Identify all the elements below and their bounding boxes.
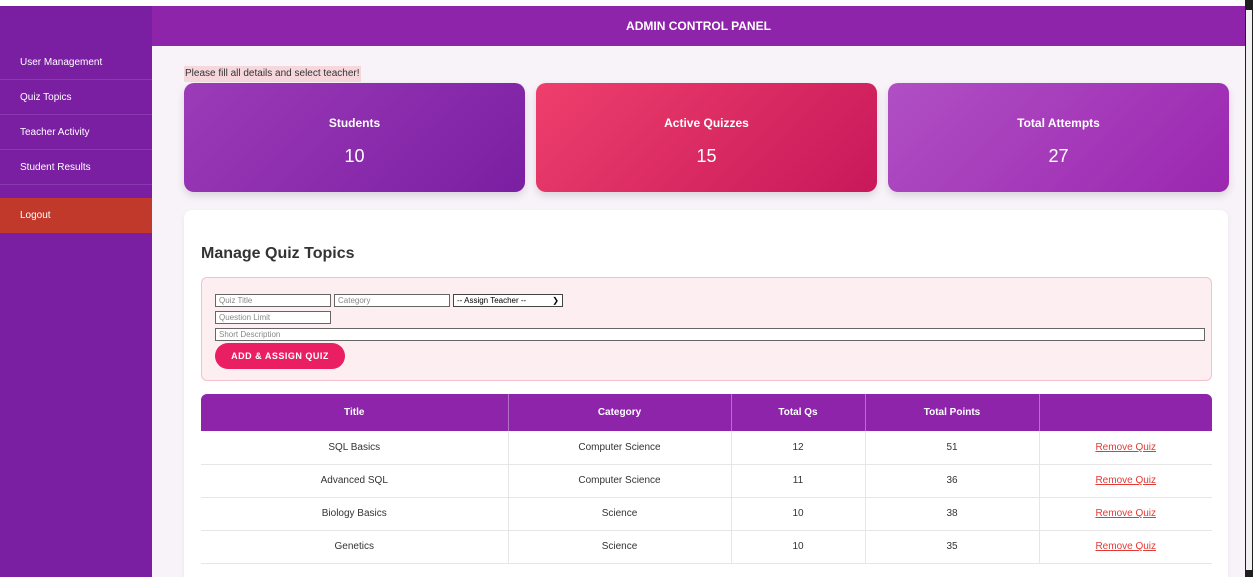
stat-card-active-quizzes: Active Quizzes 15 [536,83,877,192]
window-right-edge [1245,0,1253,577]
sidebar-item-label: Student Results [20,161,91,173]
quiz-table: Title Category Total Qs Total Points SQL… [201,394,1212,564]
cell-total-qs: 11 [731,464,866,498]
cell-title: SQL Basics [201,431,509,465]
manage-quiz-panel: Manage Quiz Topics Quiz Title Category -… [184,210,1228,577]
cell-total-points: 36 [865,464,1040,498]
sidebar-item-label: Teacher Activity [20,126,90,138]
scrollbar[interactable] [1246,10,1252,570]
stat-card-value: 10 [344,146,365,166]
column-header-actions [1039,394,1212,431]
sidebar-item-teacher-activity[interactable]: Teacher Activity [0,115,152,150]
remove-quiz-link[interactable]: Remove Quiz [1039,530,1212,564]
column-header-total-points: Total Points [865,394,1040,431]
column-header-title: Title [201,394,509,431]
stat-card-value: 27 [1048,146,1069,166]
sidebar-item-label: Quiz Topics [20,91,72,103]
chevron-down-icon: ❯ [552,296,559,305]
stat-card-students: Students 10 [184,83,525,192]
section-heading: Manage Quiz Topics [201,245,355,262]
cell-category: Science [508,530,732,564]
logout-label: Logout [20,210,51,221]
stat-card-total-attempts: Total Attempts 27 [888,83,1229,192]
page-title: ADMIN CONTROL PANEL [626,19,771,33]
sidebar-item-student-results[interactable]: Student Results [0,150,152,185]
cell-total-qs: 10 [731,497,866,531]
remove-quiz-link[interactable]: Remove Quiz [1039,431,1212,465]
sidebar-item-user-management[interactable]: User Management [0,45,152,80]
stat-card-title: Students [328,116,381,130]
cell-total-points: 35 [865,530,1040,564]
cell-total-qs: 10 [731,530,866,564]
cell-title: Biology Basics [201,497,509,531]
sidebar: User Management Quiz Topics Teacher Acti… [0,6,152,577]
cell-category: Computer Science [508,464,732,498]
add-assign-quiz-button[interactable]: ADD & ASSIGN QUIZ [215,343,345,369]
cell-total-points: 38 [865,497,1040,531]
table-row: SQL Basics Computer Science 12 51 Remove… [201,431,1212,465]
button-label: ADD & ASSIGN QUIZ [231,351,329,361]
assign-teacher-select[interactable]: -- Assign Teacher -- ❯ [453,294,563,307]
remove-quiz-link[interactable]: Remove Quiz [1039,497,1212,531]
cell-category: Computer Science [508,431,732,465]
top-header: ADMIN CONTROL PANEL [152,6,1245,46]
select-value: -- Assign Teacher -- [457,296,527,305]
cell-total-points: 51 [865,431,1040,465]
question-limit-input[interactable]: Question Limit [215,311,331,324]
quiz-title-input[interactable]: Quiz Title [215,294,331,307]
table-row: Advanced SQL Computer Science 11 36 Remo… [201,464,1212,498]
cell-title: Genetics [201,530,509,564]
category-input[interactable]: Category [334,294,450,307]
main-content: Please fill all details and select teach… [152,46,1245,577]
table-header-row: Title Category Total Qs Total Points [201,394,1212,431]
stat-card-title: Active Quizzes [664,116,749,130]
remove-quiz-link[interactable]: Remove Quiz [1039,464,1212,498]
logout-button[interactable]: Logout [0,198,152,233]
table-row: Genetics Science 10 35 Remove Quiz [201,530,1212,564]
table-row: Biology Basics Science 10 38 Remove Quiz [201,497,1212,531]
column-header-total-qs: Total Qs [731,394,866,431]
cell-title: Advanced SQL [201,464,509,498]
validation-alert: Please fill all details and select teach… [184,66,361,82]
stat-card-value: 15 [696,146,717,166]
cell-total-qs: 12 [731,431,866,465]
stat-card-title: Total Attempts [1017,116,1100,130]
sidebar-item-quiz-topics[interactable]: Quiz Topics [0,80,152,115]
column-header-category: Category [508,394,732,431]
short-description-input[interactable]: Short Description [215,328,1205,341]
sidebar-item-label: User Management [20,56,103,68]
add-quiz-form: Quiz Title Category -- Assign Teacher --… [201,277,1212,381]
cell-category: Science [508,497,732,531]
